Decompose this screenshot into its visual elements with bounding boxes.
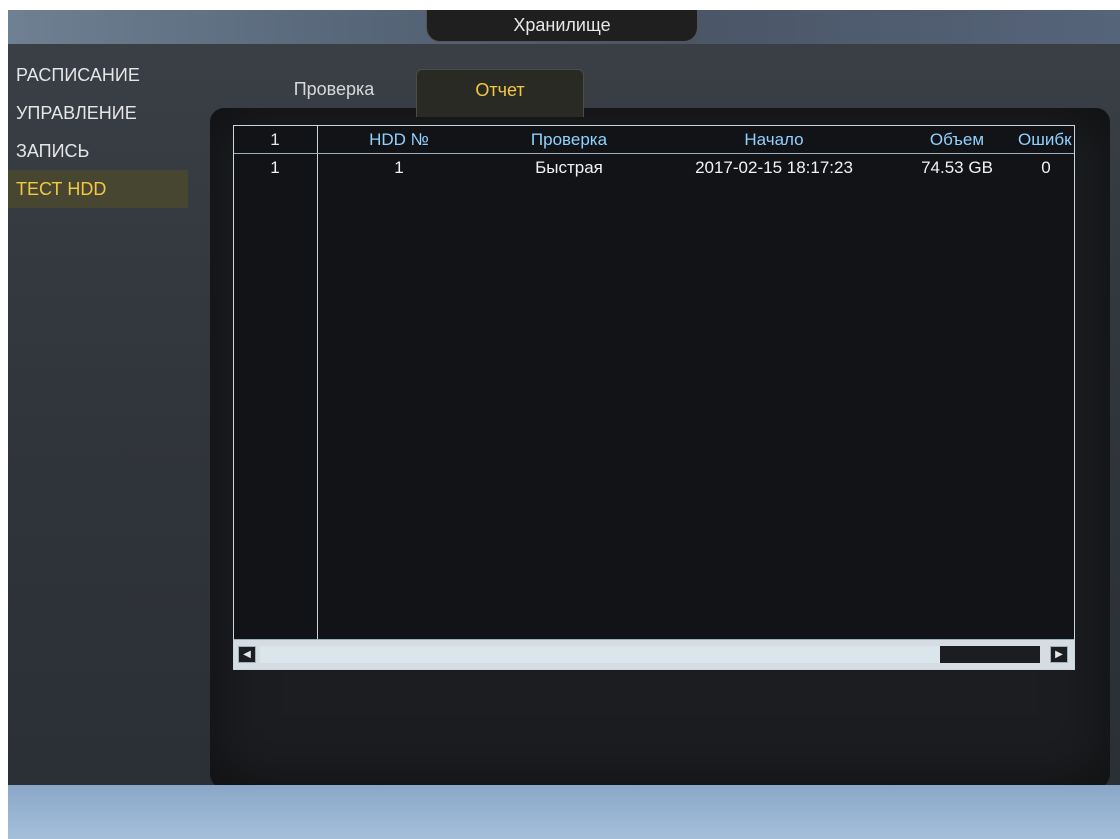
scroll-right-icon[interactable]: ▶ [1050,646,1068,663]
storage-screen: Хранилище РАСПИСАНИЕ УПРАВЛЕНИЕ ЗАПИСЬ Т… [8,10,1120,839]
top-bar: Хранилище [8,10,1120,44]
scroll-track[interactable] [940,646,1040,663]
header-number[interactable]: 1 [240,128,310,152]
header-check[interactable]: Проверка [514,128,624,152]
scroll-thumb[interactable] [260,646,940,663]
row-volume-cell: 74.53 GB [921,158,993,177]
row-check-cell: Быстрая [535,158,603,177]
column-divider [317,126,318,639]
row-errors-cell: 0 [1041,158,1051,177]
header-divider [234,153,1074,154]
report-table: 1 HDD № Проверка Начало Объем Ошибк 1 1 … [233,125,1075,670]
window-title: Хранилище [426,10,698,42]
scroll-left-icon[interactable]: ◀ [238,646,256,663]
bottom-bar [8,785,1120,839]
row-start-cell: 2017-02-15 18:17:23 [695,158,853,177]
header-volume[interactable]: Объем [902,128,1012,152]
tab-report[interactable]: Отчет [416,69,584,117]
header-hdd-number[interactable]: HDD № [334,128,464,152]
sidebar-item-hdd-test[interactable]: ТЕСТ HDD [8,170,188,208]
sidebar-item-schedule[interactable]: РАСПИСАНИЕ [8,56,208,94]
sidebar: РАСПИСАНИЕ УПРАВЛЕНИЕ ЗАПИСЬ ТЕСТ HDD [8,56,208,208]
row-hdd-cell: 1 [394,158,404,177]
header-start[interactable]: Начало [664,128,884,152]
row-number-cell: 1 [270,158,280,177]
sidebar-item-recording[interactable]: ЗАПИСЬ [8,132,208,170]
header-errors[interactable]: Ошибк [1018,128,1074,152]
horizontal-scrollbar[interactable]: ◀ ▶ [234,639,1074,669]
sidebar-item-management[interactable]: УПРАВЛЕНИЕ [8,94,208,132]
